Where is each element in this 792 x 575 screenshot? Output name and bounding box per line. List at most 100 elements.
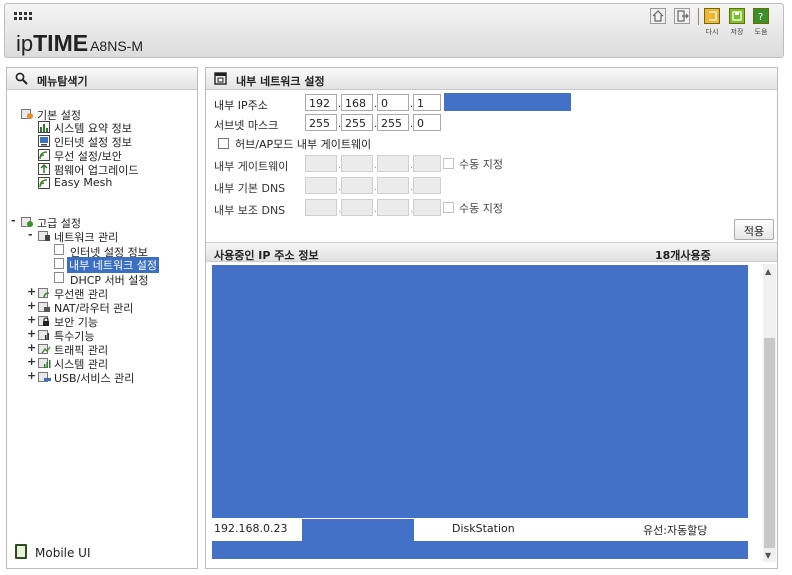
subnet-octet-1[interactable]: 255: [305, 114, 337, 131]
subnet-octet-2[interactable]: 255: [341, 114, 373, 131]
ip-octet-3[interactable]: 0: [377, 94, 409, 111]
ip-status-bar: [444, 93, 571, 111]
gateway-octet-2[interactable]: [341, 155, 373, 172]
help-icon[interactable]: ?: [753, 8, 769, 24]
page-title: 내부 네트워크 설정: [236, 75, 325, 88]
ip-usage-title: 사용중인 IP 주소 정보: [214, 249, 319, 262]
home-icon[interactable]: [650, 8, 666, 24]
scroll-down-icon[interactable]: ▼: [765, 551, 771, 560]
manual-dns-checkbox[interactable]: [443, 202, 454, 213]
menu-explorer-panel: 메뉴탐색기 기본 설정 시스템 요약 정보 인터넷 설정 정보 무선 설정/보안…: [6, 67, 198, 569]
gateway-label: 내부 게이트웨이: [214, 160, 289, 173]
page-icon: [54, 258, 64, 269]
dns1-row: 내부 기본 DNS . . .: [214, 177, 774, 195]
main-panel-title: 내부 네트워크 설정: [206, 68, 777, 90]
system-summary-icon: [38, 121, 50, 133]
iptime-logo: ipTIME A8NS-M: [16, 30, 143, 56]
ip-octet-2[interactable]: 168: [341, 94, 373, 111]
subnet-row: 서브넷 마스크 255 . 255 . 255 . 0: [214, 114, 774, 132]
gateway-octet-3[interactable]: [377, 155, 409, 172]
gateway-row: 내부 게이트웨이 . . . 수동 지정: [214, 155, 774, 173]
ip-octet-4[interactable]: 1: [413, 94, 441, 111]
help-label: 도움: [754, 28, 768, 36]
manual-dns-label: 수동 지정: [459, 202, 503, 215]
gateway-octet-4[interactable]: [413, 155, 441, 172]
client-name: DiskStation: [452, 522, 515, 535]
refresh-label: 다시: [705, 28, 719, 36]
header-bar: ipTIME A8NS-M 다시 저장 ? 도움: [4, 3, 784, 58]
page-icon: [54, 244, 64, 255]
dns2-label: 내부 보조 DNS: [214, 204, 286, 217]
hub-ap-label: 허브/AP모드 내부 게이트웨이: [235, 138, 372, 151]
dns2-octet-1[interactable]: [305, 199, 337, 216]
lock-icon: [38, 315, 50, 327]
ip-row: 내부 IP주소 192 . 168 . 0 . 1: [214, 93, 774, 112]
hub-ap-checkbox[interactable]: [218, 138, 229, 149]
ip-list-scrollbar[interactable]: ▲ ▼: [763, 264, 776, 562]
dns1-octet-2[interactable]: [341, 177, 373, 194]
ip-usage-header: 사용중인 IP 주소 정보 18개사용중: [206, 242, 777, 262]
tree-group-expander[interactable]: +: [27, 299, 36, 312]
tree-group-expander[interactable]: +: [27, 327, 36, 340]
dns1-octet-4[interactable]: [413, 177, 441, 194]
mobile-ui-label: Mobile UI: [35, 546, 91, 560]
tree-network-expander[interactable]: -: [28, 228, 33, 241]
dns2-octet-4[interactable]: [413, 199, 441, 216]
tree-network-management[interactable]: 네트워크 관리: [54, 229, 118, 245]
ip-label: 내부 IP주소: [214, 99, 268, 112]
usb-icon: [38, 371, 51, 383]
client-mac-redacted: [302, 519, 414, 541]
ip-list-row-highlight: [212, 541, 748, 559]
save-label: 저장: [730, 28, 744, 36]
header-divider: [698, 8, 699, 25]
ip-list-highlight: [212, 265, 748, 518]
dns2-octet-3[interactable]: [377, 199, 409, 216]
gateway-octet-1[interactable]: [305, 155, 337, 172]
client-connection-type: 유선:자동할당: [643, 524, 708, 537]
dns2-row: 내부 보조 DNS . . . 수동 지정: [214, 199, 774, 217]
scroll-up-icon[interactable]: ▲: [765, 267, 771, 276]
wireless-settings-icon: [38, 149, 50, 161]
manual-gateway-checkbox[interactable]: [443, 158, 454, 169]
dns2-octet-2[interactable]: [341, 199, 373, 216]
dns1-label: 내부 기본 DNS: [214, 182, 286, 195]
subnet-octet-4[interactable]: 0: [413, 114, 441, 131]
refresh-icon[interactable]: [704, 8, 720, 24]
ip-usage-count: 18개사용중: [655, 249, 711, 262]
tree-network-item-1[interactable]: 내부 네트워크 설정: [67, 257, 159, 273]
tree-group-expander[interactable]: +: [27, 313, 36, 326]
folder-network-icon: [38, 230, 50, 242]
internet-settings-icon: [38, 135, 50, 147]
main-panel: 내부 네트워크 설정 내부 IP주소 192 . 168 . 0 . 1 서브넷…: [205, 67, 778, 569]
manual-gateway-label: 수동 지정: [459, 158, 503, 171]
tree-group-usb[interactable]: USB/서비스 관리: [54, 370, 134, 386]
subnet-octet-3[interactable]: 255: [377, 114, 409, 131]
window-icon: [214, 72, 227, 85]
logout-icon[interactable]: [674, 8, 690, 24]
scroll-thumb[interactable]: [764, 338, 775, 548]
easy-mesh-icon: [38, 177, 50, 189]
tree-group-expander[interactable]: +: [27, 285, 36, 298]
subnet-label: 서브넷 마스크: [214, 119, 279, 132]
mobile-phone-icon: [15, 544, 27, 559]
special-function-icon: [38, 329, 50, 341]
save-icon[interactable]: [729, 8, 745, 24]
tree-basic-item-4[interactable]: Easy Mesh: [54, 176, 112, 189]
folder-settings-icon: [21, 108, 33, 120]
dns1-octet-1[interactable]: [305, 177, 337, 194]
magnifier-icon: [15, 72, 28, 85]
page-icon: [54, 272, 64, 283]
system-icon: [38, 357, 51, 369]
menu-explorer-title: 메뉴탐색기: [7, 68, 197, 90]
ip-octet-1[interactable]: 192: [305, 94, 337, 111]
apply-button[interactable]: 적용: [734, 219, 774, 240]
tree-group-expander[interactable]: +: [27, 341, 36, 354]
tree-group-expander[interactable]: +: [27, 369, 36, 382]
wireless-lan-icon: [38, 287, 50, 299]
tree-group-expander[interactable]: +: [27, 355, 36, 368]
tree-advanced-expander[interactable]: -: [11, 214, 16, 227]
dns1-octet-3[interactable]: [377, 177, 409, 194]
folder-advanced-icon: [21, 216, 33, 228]
menu-dots-icon: [14, 12, 32, 20]
menu-explorer-label: 메뉴탐색기: [37, 75, 88, 88]
